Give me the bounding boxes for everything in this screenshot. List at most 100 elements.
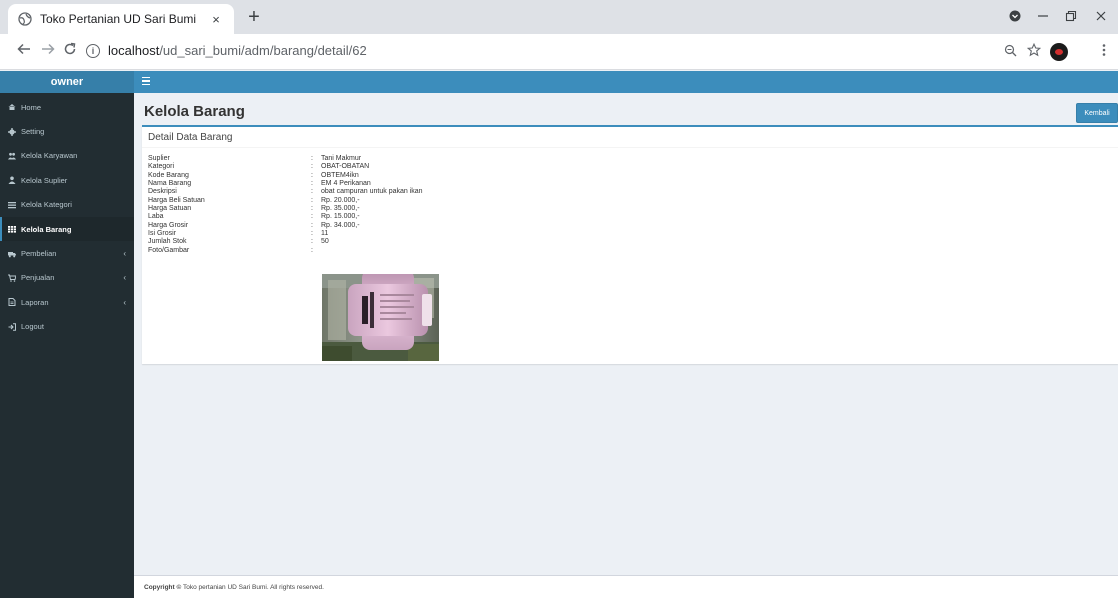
sidebar-item-home[interactable]: Home [0, 95, 134, 119]
sidebar-item-label: Laporan [21, 297, 49, 307]
copyright-company: Toko pertanian UD Sari Bumi. [183, 584, 269, 591]
detail-row: Laba: Rp. 15.000,- [148, 213, 423, 221]
detail-colon: : [311, 171, 313, 179]
detail-colon: : [311, 188, 313, 196]
sidebar-item-kelola-karyawan[interactable]: Kelola Karyawan [0, 144, 134, 168]
detail-value: Rp. 35.000,- [321, 205, 360, 213]
list-icon [8, 201, 16, 209]
detail-label: Harga Beli Satuan [148, 196, 205, 204]
page-footer: Copyright © Toko pertanian UD Sari Bumi.… [134, 575, 1118, 598]
detail-value: 11 [321, 230, 329, 238]
detail-row: Deskripsi: obat campuran untuk pakan ikan [148, 188, 423, 196]
chevron-left-icon: ‹ [123, 297, 126, 307]
chevron-left-icon: ‹ [123, 249, 126, 259]
sidebar-item-logout[interactable]: Logout [0, 315, 134, 339]
cart-icon [8, 274, 16, 282]
page-title: Kelola Barang [144, 103, 245, 120]
divider [142, 147, 1118, 148]
main-content: Kelola Barang Kembali Detail Data Barang… [134, 93, 1118, 598]
sidebar-item-kelola-suplier[interactable]: Kelola Suplier [0, 168, 134, 192]
detail-label: Nama Barang [148, 180, 192, 188]
bookmark-star-icon[interactable] [1024, 42, 1044, 62]
table-icon [8, 225, 16, 233]
detail-label: Harga Grosir [148, 221, 189, 229]
site-info-icon[interactable]: i [86, 44, 100, 58]
detail-label: Jumlah Stok [148, 238, 187, 246]
top-navbar [134, 71, 1118, 93]
admin-app: owner Home Setting Kelola Karyawan Kelol… [0, 71, 1118, 598]
detail-row: Harga Beli Satuan: Rp. 20.000,- [148, 197, 423, 205]
truck-icon [8, 250, 16, 258]
detail-label: Suplier [148, 155, 170, 162]
browser-tab[interactable]: Toko Pertanian UD Sari Bumi × [8, 4, 234, 34]
detail-value: Tani Makmur [321, 155, 362, 162]
sidebar-item-label: Kelola Kategori [21, 200, 72, 210]
copyright-text: Copyright © Toko pertanian UD Sari Bumi.… [144, 584, 324, 591]
detail-value: EM 4 Perikanan [321, 180, 371, 188]
sidebar-item-label: Penjualan [21, 273, 55, 283]
detail-label: Kode Barang [148, 171, 189, 179]
home-icon [8, 103, 16, 111]
detail-value: Rp. 20.000,- [321, 196, 360, 204]
url-path: /ud_sari_bumi/adm/barang/detail/62 [159, 43, 367, 58]
new-tab-button[interactable]: + [242, 6, 266, 30]
detail-label: Laba [148, 213, 164, 221]
detail-colon: : [311, 213, 313, 221]
window-close-icon[interactable] [1088, 6, 1114, 30]
reload-icon[interactable] [60, 42, 80, 62]
restore-icon[interactable] [1058, 6, 1084, 30]
tab-close-icon[interactable]: × [208, 12, 224, 27]
sidebar-item-label: Setting [21, 127, 45, 137]
sidebar-toggle-icon[interactable] [142, 77, 150, 85]
detail-label: Deskripsi [148, 188, 177, 196]
detail-colon: : [311, 205, 313, 213]
chrome-menu-icon[interactable] [1002, 6, 1028, 30]
profile-avatar[interactable] [1050, 43, 1068, 61]
detail-row: Harga Satuan: Rp. 35.000,- [148, 205, 423, 213]
product-photo [322, 274, 439, 361]
gear-icon [8, 127, 16, 136]
sidebar-item-label: Logout [21, 322, 44, 332]
brand-logo[interactable]: owner [0, 71, 134, 93]
detail-value: OBTEM4ikn [321, 171, 359, 179]
sidebar-item-laporan[interactable]: Laporan ‹ [0, 290, 134, 314]
detail-row: Kategori: OBAT-OBATAN [148, 163, 423, 171]
tab-title: Toko Pertanian UD Sari Bumi [40, 12, 197, 26]
detail-row: Isi Grosir:11 [148, 230, 423, 238]
sidebar-item-label: Kelola Suplier [21, 175, 68, 185]
logout-icon [8, 323, 16, 331]
detail-value: obat campuran untuk pakan ikan [321, 188, 423, 196]
sidebar-item-pembelian[interactable]: Pembelian ‹ [0, 241, 134, 265]
copyright-rights: All rights reserved. [270, 584, 324, 591]
detail-colon: : [311, 238, 313, 246]
sidebar-item-penjualan[interactable]: Penjualan ‹ [0, 266, 134, 290]
back-arrow-icon[interactable] [14, 42, 34, 62]
detail-value: 50 [321, 238, 329, 246]
detail-colon: : [311, 246, 313, 254]
zoom-icon[interactable] [1000, 42, 1020, 62]
detail-label: Kategori [148, 163, 175, 171]
detail-row: Kode Barang: OBTEM4ikn [148, 172, 423, 180]
sidebar-item-label: Kelola Karyawan [21, 151, 78, 161]
detail-label: Foto/Gambar [148, 246, 190, 254]
sidebar-item-label: Home [21, 102, 42, 112]
file-icon [8, 298, 16, 307]
detail-colon: : [311, 180, 313, 188]
forward-arrow-icon[interactable] [38, 42, 58, 62]
box-title: Detail Data Barang [148, 132, 233, 143]
detail-colon: : [311, 230, 313, 238]
browser-menu-icon[interactable] [1094, 42, 1114, 62]
back-button[interactable]: Kembali [1076, 103, 1118, 123]
minimize-icon[interactable] [1030, 6, 1056, 30]
globe-icon [18, 12, 32, 26]
sidebar-item-label: Kelola Barang [21, 224, 72, 234]
sidebar-item-kelola-kategori[interactable]: Kelola Kategori [0, 193, 134, 217]
sidebar-item-kelola-barang[interactable]: Kelola Barang [0, 216, 134, 242]
detail-label: Isi Grosir [148, 230, 176, 238]
detail-value: OBAT-OBATAN [321, 163, 370, 171]
detail-row: Foto/Gambar: [148, 247, 423, 255]
detail-label: Harga Satuan [148, 205, 192, 213]
detail-value: Rp. 34.000,- [321, 221, 360, 229]
url-field[interactable]: localhost/ud_sari_bumi/adm/barang/detail… [108, 43, 367, 58]
sidebar-item-setting[interactable]: Setting [0, 119, 134, 143]
